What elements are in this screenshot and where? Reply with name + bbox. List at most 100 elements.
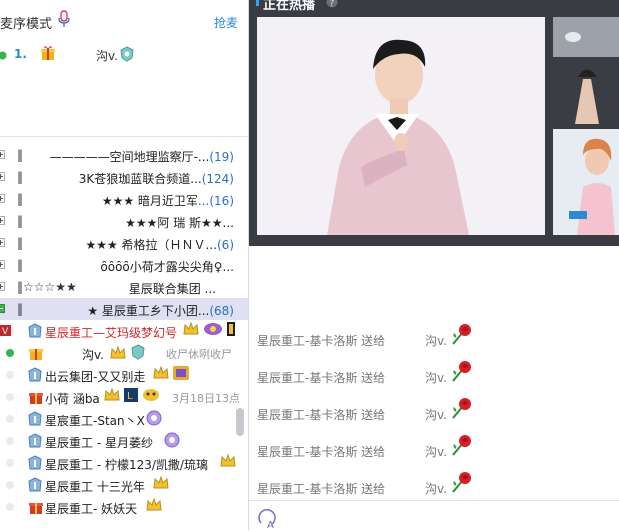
channel-prefix: ‖ xyxy=(17,170,23,184)
crown-icon xyxy=(146,497,162,515)
channel-row[interactable]: ‖ 3K苍狼珈蓝联合频道...(124) xyxy=(0,166,248,188)
channel-title: 星辰联合集团 ... xyxy=(128,282,216,296)
svg-text:L: L xyxy=(127,391,133,402)
channel-prefix: ‖ xyxy=(17,192,23,206)
gift-icon xyxy=(28,499,44,518)
username: 星辰重工 - 柠檬123/凯撒/琉璃 xyxy=(45,458,208,472)
help-icon[interactable]: ? xyxy=(326,0,338,11)
channel-row[interactable]: ‖ —————空间地理监察厅-...(19) xyxy=(0,144,248,166)
username: 小荷 涵ba xyxy=(45,392,100,406)
user-row[interactable]: 星辰重工 - 柠檬123/凯撒/琉璃 xyxy=(0,452,248,474)
gift-sender: 星辰重工-基卡洛斯 送给 xyxy=(257,371,386,385)
svg-text:V: V xyxy=(2,327,9,336)
badge-group xyxy=(146,497,162,515)
scrollbar-thumb[interactable] xyxy=(236,408,244,436)
user-role-icon xyxy=(28,433,42,452)
gift-message: 星辰重工-基卡洛斯 送给 沟v. xyxy=(249,355,619,392)
gift-feed: 星辰重工-基卡洛斯 送给 沟v. 星辰重工-基卡洛斯 送给 沟v. 星辰重工-基… xyxy=(249,318,619,504)
channel-row[interactable]: ‖☆☆☆★★ 星辰联合集团 ... xyxy=(0,276,248,298)
crown-icon xyxy=(104,387,120,405)
level-icon xyxy=(226,322,235,339)
expand-toggle-icon[interactable] xyxy=(0,172,5,181)
expand-toggle-icon[interactable] xyxy=(0,282,5,291)
mask-icon xyxy=(142,389,160,405)
gift-sender: 星辰重工-基卡洛斯 送给 xyxy=(257,482,386,496)
channel-name: ȏȏȏȏ小荷才露尖尖角♀... xyxy=(100,258,234,275)
gift-icon xyxy=(28,389,44,408)
mic-queue-item[interactable]: 1. 沟v. xyxy=(0,44,248,64)
crown-icon xyxy=(183,321,199,339)
user-row[interactable]: 星辰重工- 妖妖天 xyxy=(0,496,248,518)
level-icon xyxy=(172,366,189,383)
username: 星辰重工 十三光年 xyxy=(45,480,145,494)
svg-text:A: A xyxy=(267,520,274,529)
gift-receiver: 沟v. xyxy=(425,334,447,348)
gift-message: 星辰重工-基卡洛斯 送给 沟v. xyxy=(249,318,619,355)
mic-icon[interactable] xyxy=(56,10,72,31)
badge-group xyxy=(153,365,189,383)
rose-icon xyxy=(449,359,473,386)
expand-toggle-icon[interactable] xyxy=(0,238,5,247)
grab-mic-link[interactable]: 抢麦 xyxy=(214,14,238,31)
user-role-icon xyxy=(28,411,42,430)
stream-thumbnail[interactable] xyxy=(553,17,619,124)
font-icon[interactable]: A xyxy=(257,508,277,532)
hot-live-title: 正在热播 xyxy=(263,0,316,13)
channel-prefix: ‖ xyxy=(17,214,23,228)
channel-row[interactable]: ‖ ★★★阿 瑞 斯★★... xyxy=(0,210,248,232)
channel-prefix: ‖ xyxy=(17,258,23,272)
status-dot-icon xyxy=(6,459,14,467)
user-row[interactable]: 星宸重工-Stan丶X xyxy=(0,408,248,430)
mic-queue-header: 麦序模式 抢麦 xyxy=(0,0,248,40)
chat-input-toolbar: A xyxy=(249,500,619,531)
channel-name: —————空间地理监察厅-...(19) xyxy=(50,148,234,165)
crown-icon xyxy=(153,475,169,493)
crown-icon xyxy=(220,453,236,471)
channel-name: 3K苍狼珈蓝联合频道...(124) xyxy=(79,170,234,187)
user-row[interactable]: 沟v. 收尸休咧收尸 xyxy=(0,342,248,364)
channel-row-active[interactable]: ‖ ★ 星辰重工乡下小团...(68) xyxy=(0,298,248,320)
channel-title: ★ 星辰重工乡下小团... xyxy=(87,304,210,318)
gift-receiver: 沟v. xyxy=(425,408,447,422)
channel-row[interactable]: ‖ ȏȏȏȏ小荷才露尖尖角♀... xyxy=(0,254,248,276)
expand-toggle-icon[interactable] xyxy=(0,260,5,269)
badge-group xyxy=(110,344,146,363)
user-note: 3月18日13点 xyxy=(172,392,240,405)
user-row[interactable]: 小荷 涵ba L 3月18日13点 xyxy=(0,386,248,408)
channel-count: (124) xyxy=(201,172,234,186)
channel-row[interactable]: ‖ ★★★ 暗月近卫军...(16) xyxy=(0,188,248,210)
user-row[interactable]: 星辰重工 十三光年 xyxy=(0,474,248,496)
expand-toggle-icon[interactable] xyxy=(0,150,5,159)
channel-name: 星辰联合集团 ... xyxy=(129,280,216,297)
shield-badge-icon xyxy=(119,46,135,65)
collapse-toggle-icon[interactable] xyxy=(0,304,5,313)
username: 星辰重工 - 星月萎纱 xyxy=(45,436,153,450)
main-stream-thumbnail[interactable] xyxy=(257,17,545,235)
rose-icon xyxy=(449,396,473,423)
channel-title: 3K苍狼珈蓝联合频道... xyxy=(78,172,202,186)
channel-prefix: ‖ xyxy=(17,148,23,162)
vip-ring-icon xyxy=(146,410,162,429)
user-role-icon xyxy=(28,477,42,496)
channel-name: ★ 星辰重工乡下小团...(68) xyxy=(87,302,234,319)
user-row[interactable]: 出云集团-又又别走 xyxy=(0,364,248,386)
expand-toggle-icon[interactable] xyxy=(0,216,5,225)
expand-toggle-icon[interactable] xyxy=(0,194,5,203)
title-accent-bar xyxy=(256,0,259,6)
username: 星辰重工- 妖妖天 xyxy=(45,502,138,516)
channel-row[interactable]: ‖ ★★★ 希格拉（ＨＮＶ...(6) xyxy=(0,232,248,254)
badge-group xyxy=(183,321,235,339)
user-row[interactable]: 星辰重工 - 星月萎纱 xyxy=(0,430,248,452)
channel-prefix: ‖ xyxy=(17,302,23,316)
divider xyxy=(0,136,248,137)
online-status-icon xyxy=(0,49,7,63)
crown-icon xyxy=(153,365,169,383)
user-role-icon xyxy=(28,367,42,386)
badge-group xyxy=(146,410,162,429)
user-row[interactable]: V 星辰重工—艾玛级梦幻号 xyxy=(0,320,248,342)
badge-group: L xyxy=(104,387,160,405)
channel-prefix: ‖☆☆☆★★ xyxy=(17,280,77,294)
vip-badge-icon: V xyxy=(0,325,11,339)
username: 星辰重工—艾玛级梦幻号 xyxy=(45,326,178,340)
stream-thumbnail[interactable] xyxy=(553,129,619,235)
